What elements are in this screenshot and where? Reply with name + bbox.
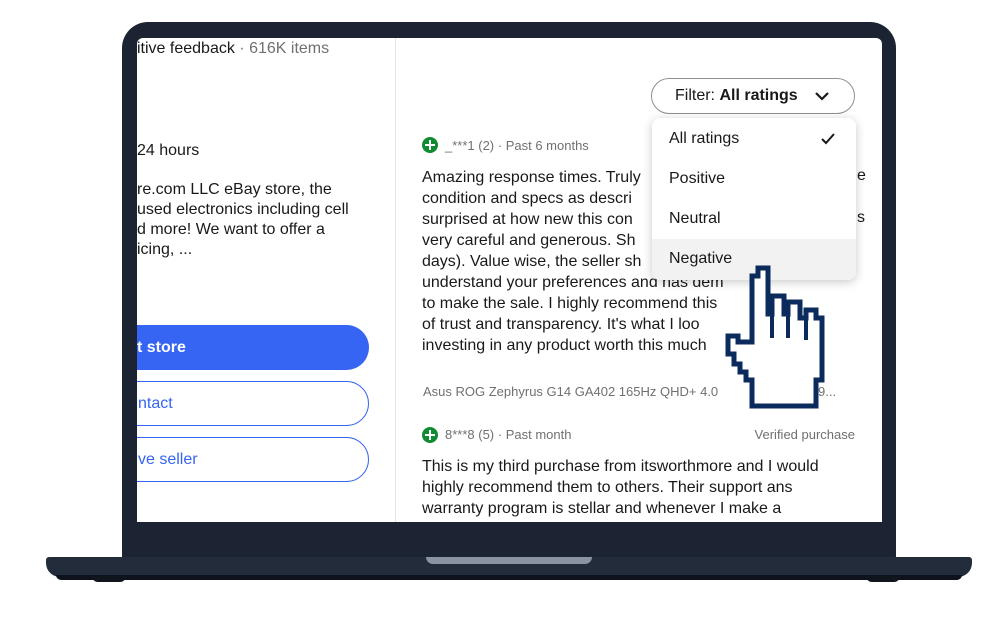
filter-label: Filter: xyxy=(675,87,715,104)
filter-option-all-ratings[interactable]: All ratings xyxy=(652,119,856,159)
verified-purchase-badge: Verified purchase xyxy=(754,427,855,442)
review-text: This is my third purchase from itsworthm… xyxy=(422,456,867,519)
description-line: used electronics including cell xyxy=(137,201,349,218)
filter-option-positive[interactable]: Positive xyxy=(652,159,856,199)
filter-value: All ratings xyxy=(719,87,798,104)
visit-store-button[interactable]: t store xyxy=(137,325,369,370)
description-line: icing, ... xyxy=(137,241,193,258)
review-line: This is my third purchase from itsworthm… xyxy=(422,458,819,475)
save-seller-button[interactable]: ve seller xyxy=(137,437,369,482)
plus-circle-icon xyxy=(422,427,438,443)
seller-panel: itive feedback · 616K items 24 hours re.… xyxy=(137,38,395,522)
option-label: Positive xyxy=(669,170,726,187)
review-product: Asus ROG Zephyrus G14 GA402 165Hz QHD+ 4… xyxy=(423,384,718,399)
feedback-label: itive feedback xyxy=(137,40,235,57)
description-line: re.com LLC eBay store, the xyxy=(137,181,332,198)
reviewer-name: 8***8 (5) xyxy=(445,427,495,442)
store-description: re.com LLC eBay store, the used electron… xyxy=(137,180,377,260)
items-count: · 616K items xyxy=(239,40,330,57)
review-line-tail: e xyxy=(857,167,866,184)
plus-circle-icon xyxy=(422,137,438,153)
response-time: 24 hours xyxy=(137,142,200,159)
product-name: Asus ROG Zephyrus G14 GA402 165Hz QHD+ 4… xyxy=(423,384,719,399)
review-line: warranty program is stellar and whenever… xyxy=(422,500,782,517)
contact-button[interactable]: ntact xyxy=(137,381,369,426)
laptop-foot-left xyxy=(92,576,126,582)
laptop-bezel-bottom xyxy=(137,522,882,558)
filter-dropdown-button[interactable]: Filter: All ratings xyxy=(651,78,855,114)
review-time: Past 6 months xyxy=(505,138,589,153)
option-label: All ratings xyxy=(669,130,740,147)
review-line-tail: s xyxy=(857,209,865,226)
laptop-base-shadow xyxy=(56,575,962,580)
review-time: Past month xyxy=(505,427,572,442)
review-header: _***1 (2) · Past 6 months xyxy=(445,138,589,153)
chevron-down-icon xyxy=(815,92,829,101)
option-label: Neutral xyxy=(669,210,721,227)
review-line: highly recommend them to others. Their s… xyxy=(422,479,793,496)
filter-option-neutral[interactable]: Neutral xyxy=(652,199,856,239)
hand-pointer-cursor-icon xyxy=(725,265,825,409)
review-header: 8***8 (5) · Past month xyxy=(445,427,572,442)
laptop-foot-right xyxy=(866,576,900,582)
laptop-opening-notch xyxy=(426,557,592,564)
check-icon xyxy=(821,133,835,145)
feedback-summary: itive feedback · 616K items xyxy=(137,40,329,58)
description-line: d more! We want to offer a xyxy=(137,221,325,238)
reviewer-name: _***1 (2) xyxy=(445,138,495,153)
